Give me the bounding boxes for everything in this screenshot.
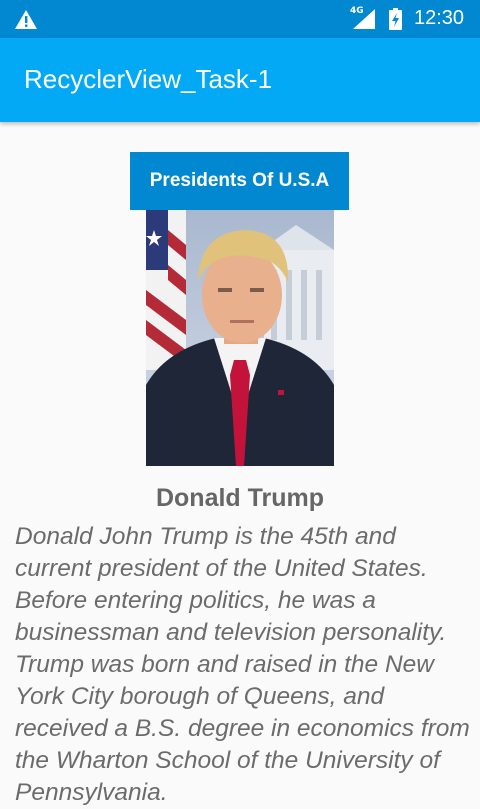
warning-icon bbox=[14, 9, 38, 34]
president-description: Donald John Trump is the 45th and curren… bbox=[15, 523, 470, 806]
list-header-label: Presidents Of U.S.A bbox=[130, 152, 349, 210]
app-bar: RecyclerView_Task-1 bbox=[0, 38, 480, 122]
president-name: Donald Trump bbox=[155, 484, 325, 512]
president-portrait bbox=[146, 210, 334, 466]
signal-icon bbox=[353, 9, 375, 33]
battery-charging-icon bbox=[389, 8, 402, 34]
app-title: RecyclerView_Task-1 bbox=[24, 64, 273, 94]
status-time: 12:30 bbox=[414, 7, 465, 29]
status-bar: 4G 12:30 bbox=[0, 0, 480, 38]
